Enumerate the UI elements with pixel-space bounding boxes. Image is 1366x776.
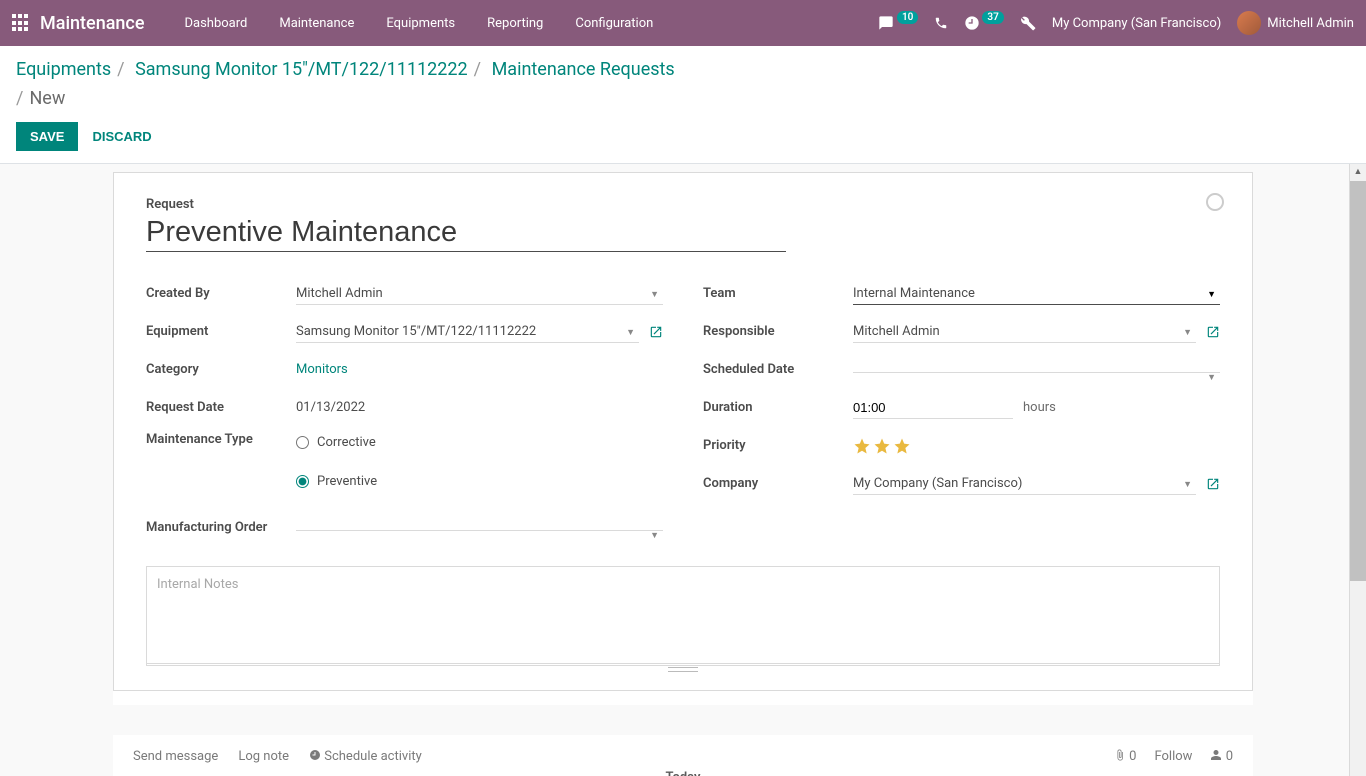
send-message-button[interactable]: Send message <box>133 749 218 764</box>
label-company: Company <box>703 476 853 491</box>
scroll-thumb[interactable] <box>1350 181 1366 581</box>
messages-badge: 10 <box>897 11 918 24</box>
internal-notes-textarea[interactable]: Internal Notes <box>146 566 1220 666</box>
nav-reporting[interactable]: Reporting <box>471 2 559 45</box>
label-team: Team <box>703 286 853 301</box>
request-date-field: 01/13/2022 <box>296 397 663 418</box>
breadcrumb-maintenance-requests[interactable]: Maintenance Requests <box>492 59 675 80</box>
title-label: Request <box>146 197 1220 212</box>
label-request-date: Request Date <box>146 400 296 415</box>
label-priority: Priority <box>703 438 853 453</box>
duration-unit: hours <box>1023 400 1056 415</box>
avatar <box>1237 11 1261 35</box>
app-brand[interactable]: Maintenance <box>40 13 144 34</box>
attachments-count[interactable]: 0 <box>1114 749 1137 764</box>
schedule-activity-button[interactable]: Schedule activity <box>309 749 422 764</box>
label-scheduled-date: Scheduled Date <box>703 362 853 377</box>
category-field[interactable]: Monitors <box>296 359 663 380</box>
top-navbar: Maintenance Dashboard Maintenance Equipm… <box>0 0 1366 46</box>
messages-icon[interactable]: 10 <box>877 15 918 31</box>
kanban-state-icon[interactable] <box>1206 193 1224 211</box>
breadcrumb-equipments[interactable]: Equipments <box>16 59 111 80</box>
nav-maintenance[interactable]: Maintenance <box>263 2 370 45</box>
radio-preventive[interactable] <box>296 475 309 488</box>
breadcrumb-current: New <box>29 88 65 109</box>
request-name-input[interactable] <box>146 216 786 252</box>
scheduled-date-field[interactable]: ▼ <box>853 366 1220 373</box>
breadcrumb: Equipments/ Samsung Monitor 15"/MT/122/1… <box>0 46 1366 118</box>
scroll-up-icon[interactable]: ▲ <box>1350 164 1366 181</box>
duration-input[interactable] <box>853 397 1013 419</box>
follow-button[interactable]: Follow <box>1154 749 1192 764</box>
nav-configuration[interactable]: Configuration <box>559 2 669 45</box>
chatter: Send message Log note Schedule activity … <box>113 705 1253 776</box>
radio-corrective[interactable] <box>296 436 309 449</box>
nav-systray: 10 37 My Company (San Francisco) Mitchel… <box>877 11 1354 35</box>
external-link-icon[interactable] <box>649 325 663 339</box>
responsible-field[interactable]: Mitchell Admin▼ <box>853 321 1196 343</box>
star-icon[interactable] <box>873 437 891 455</box>
form-view: Request Created By Mitchell Admin▼ Equip… <box>0 163 1366 776</box>
company-field[interactable]: My Company (San Francisco)▼ <box>853 473 1196 495</box>
followers-count[interactable]: 0 <box>1210 749 1233 764</box>
label-created-by: Created By <box>146 286 296 301</box>
user-name: Mitchell Admin <box>1267 16 1354 31</box>
breadcrumb-equipment-record[interactable]: Samsung Monitor 15"/MT/122/11112222 <box>135 59 468 80</box>
control-panel-buttons: SAVE DISCARD <box>0 118 1366 163</box>
debug-icon[interactable] <box>1020 15 1036 31</box>
scrollbar[interactable]: ▲ <box>1349 164 1366 776</box>
external-link-icon[interactable] <box>1206 325 1220 339</box>
user-menu[interactable]: Mitchell Admin <box>1237 11 1354 35</box>
created-by-field[interactable]: Mitchell Admin▼ <box>296 283 663 305</box>
save-button[interactable]: SAVE <box>16 122 78 151</box>
maintenance-type-radios: Corrective Preventive <box>296 432 663 492</box>
discard-button[interactable]: DISCARD <box>92 129 151 144</box>
manufacturing-order-field[interactable]: ▼ <box>296 524 663 531</box>
label-maintenance-type: Maintenance Type <box>146 432 296 447</box>
phone-icon[interactable] <box>934 16 948 30</box>
nav-dashboard[interactable]: Dashboard <box>168 2 263 45</box>
equipment-field[interactable]: Samsung Monitor 15"/MT/122/11112222▼ <box>296 321 639 343</box>
nav-equipments[interactable]: Equipments <box>370 2 471 45</box>
activities-icon[interactable]: 37 <box>964 15 1003 31</box>
resize-handle-icon[interactable] <box>147 663 1219 675</box>
star-icon[interactable] <box>853 437 871 455</box>
label-category: Category <box>146 362 296 377</box>
external-link-icon[interactable] <box>1206 477 1220 491</box>
label-responsible: Responsible <box>703 324 853 339</box>
team-field[interactable]: Internal Maintenance▼ <box>853 283 1220 305</box>
label-equipment: Equipment <box>146 324 296 339</box>
form-sheet: Request Created By Mitchell Admin▼ Equip… <box>113 172 1253 691</box>
label-duration: Duration <box>703 400 853 415</box>
log-note-button[interactable]: Log note <box>238 749 289 764</box>
priority-stars[interactable] <box>853 437 911 455</box>
star-icon[interactable] <box>893 437 911 455</box>
apps-icon[interactable] <box>12 14 30 32</box>
company-switcher[interactable]: My Company (San Francisco) <box>1052 16 1221 31</box>
activities-badge: 37 <box>982 11 1003 24</box>
nav-menu: Dashboard Maintenance Equipments Reporti… <box>168 2 669 45</box>
label-manufacturing-order: Manufacturing Order <box>146 520 296 535</box>
